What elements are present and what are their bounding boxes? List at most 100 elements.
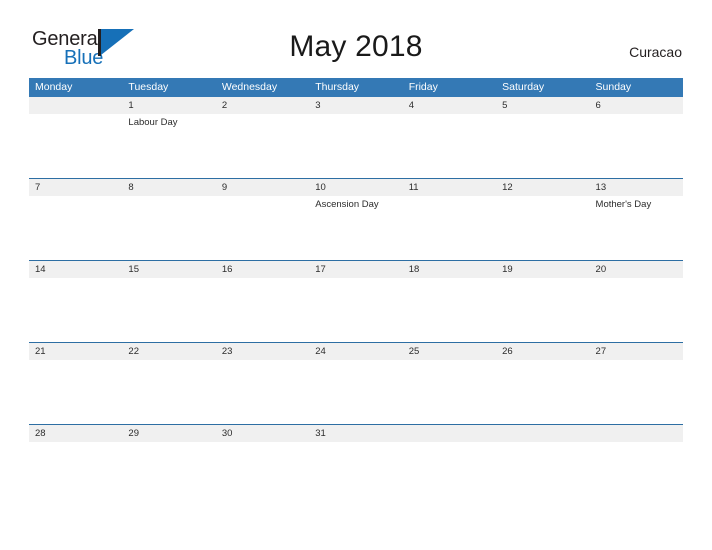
day-cell[interactable] <box>216 442 309 482</box>
week-date-band: 7 8 9 10 11 12 13 <box>29 179 683 196</box>
day-number[interactable]: 9 <box>216 179 309 196</box>
day-number[interactable]: 28 <box>29 425 122 442</box>
calendar-week-row: 1 2 3 4 5 6 Labour Day <box>29 97 683 178</box>
day-cell[interactable]: Ascension Day <box>309 196 402 260</box>
day-cell[interactable]: Labour Day <box>122 114 215 178</box>
page-title: May 2018 <box>289 30 423 63</box>
calendar-week-row: 7 8 9 10 11 12 13 Ascension Day Mother's Day <box>29 178 683 260</box>
day-number[interactable]: 6 <box>590 97 683 114</box>
day-cell[interactable] <box>590 442 683 482</box>
week-event-band: Ascension Day Mother's Day <box>29 196 683 260</box>
weekday-sunday: Sunday <box>595 81 632 93</box>
day-cell[interactable] <box>496 114 589 178</box>
day-cell[interactable] <box>29 114 122 178</box>
day-cell[interactable] <box>496 196 589 260</box>
day-number[interactable]: 12 <box>496 179 589 196</box>
locale-label: Curacao <box>629 44 682 60</box>
day-cell[interactable] <box>309 278 402 342</box>
week-date-band: 21 22 23 24 25 26 27 <box>29 343 683 360</box>
day-cell[interactable] <box>309 114 402 178</box>
day-number[interactable]: 25 <box>403 343 496 360</box>
page-header: General Blue May 2018 Curacao <box>0 0 712 78</box>
day-cell[interactable] <box>122 196 215 260</box>
weekday-tuesday: Tuesday <box>128 81 169 93</box>
day-number-empty <box>29 97 122 114</box>
calendar-week-row: 28 29 30 31 <box>29 424 683 482</box>
day-cell[interactable]: Mother's Day <box>590 196 683 260</box>
day-number[interactable]: 10 <box>309 179 402 196</box>
day-number[interactable]: 30 <box>216 425 309 442</box>
day-number[interactable]: 7 <box>29 179 122 196</box>
week-date-band: 123456 <box>29 97 683 114</box>
day-number[interactable]: 1 <box>122 97 215 114</box>
day-number[interactable]: 27 <box>590 343 683 360</box>
day-cell[interactable] <box>403 442 496 482</box>
day-cell[interactable] <box>403 196 496 260</box>
day-cell[interactable] <box>496 360 589 424</box>
day-number[interactable]: 26 <box>496 343 589 360</box>
day-number[interactable]: 15 <box>122 261 215 278</box>
weekday-header-row: Monday Tuesday Wednesday Thursday Friday… <box>29 78 683 97</box>
weekday-wednesday: Wednesday <box>221 81 278 93</box>
day-cell[interactable] <box>29 360 122 424</box>
day-number[interactable]: 3 <box>309 97 402 114</box>
calendar-page: General Blue May 2018 Curacao Monday Tue… <box>0 0 712 550</box>
day-cell[interactable] <box>309 442 402 482</box>
holiday-label: Mother's Day <box>595 199 652 210</box>
day-cell[interactable] <box>216 114 309 178</box>
day-cell[interactable] <box>403 278 496 342</box>
day-number[interactable]: 4 <box>403 97 496 114</box>
week-event-band <box>29 278 683 342</box>
day-number-empty <box>403 425 496 442</box>
day-cell[interactable] <box>590 114 683 178</box>
day-number[interactable]: 17 <box>309 261 402 278</box>
day-number[interactable]: 14 <box>29 261 122 278</box>
day-cell[interactable] <box>29 442 122 482</box>
day-cell[interactable] <box>216 196 309 260</box>
calendar-weeks: 1 2 3 4 5 6 Labour Day 7 8 9 10 11 12 13 Ascension Day… <box>29 97 683 482</box>
day-cell[interactable] <box>403 114 496 178</box>
day-cell[interactable] <box>29 196 122 260</box>
day-number[interactable]: 29 <box>122 425 215 442</box>
day-cell[interactable] <box>216 278 309 342</box>
calendar-week-row: 14 15 16 17 18 19 20 <box>29 260 683 342</box>
day-number[interactable]: 22 <box>122 343 215 360</box>
day-cell[interactable] <box>122 278 215 342</box>
day-number[interactable]: 2 <box>216 97 309 114</box>
day-cell[interactable] <box>496 442 589 482</box>
week-date-band: 14 15 16 17 18 19 20 <box>29 261 683 278</box>
holiday-label: Ascension Day <box>315 199 379 210</box>
day-number[interactable]: 16 <box>216 261 309 278</box>
day-cell[interactable] <box>590 278 683 342</box>
day-cell[interactable] <box>122 360 215 424</box>
calendar-grid: Monday Tuesday Wednesday Thursday Friday… <box>29 78 683 482</box>
day-cell[interactable] <box>403 360 496 424</box>
day-number[interactable]: 18 <box>403 261 496 278</box>
day-cell[interactable] <box>496 278 589 342</box>
weekday-monday: Monday <box>35 81 73 93</box>
day-number-empty <box>496 425 589 442</box>
day-cell[interactable] <box>216 360 309 424</box>
day-cell[interactable] <box>590 360 683 424</box>
day-number[interactable]: 31 <box>309 425 402 442</box>
day-cell[interactable] <box>29 278 122 342</box>
day-number-empty <box>590 425 683 442</box>
weekday-thursday: Thursday <box>315 81 360 93</box>
week-event-band <box>29 442 683 482</box>
calendar-week-row: 21 22 23 24 25 26 27 <box>29 342 683 424</box>
day-cell[interactable] <box>122 442 215 482</box>
day-number[interactable]: 23 <box>216 343 309 360</box>
day-number[interactable]: 21 <box>29 343 122 360</box>
day-number[interactable]: 20 <box>590 261 683 278</box>
holiday-label: Labour Day <box>128 117 178 128</box>
day-number[interactable]: 19 <box>496 261 589 278</box>
day-number[interactable]: 11 <box>403 179 496 196</box>
week-date-band: 28 29 30 31 <box>29 425 683 442</box>
day-cell[interactable] <box>309 360 402 424</box>
day-number[interactable]: 13 <box>590 179 683 196</box>
week-event-band: Labour Day <box>29 114 683 178</box>
day-number[interactable]: 5 <box>496 97 589 114</box>
weekday-friday: Friday <box>408 81 438 93</box>
day-number[interactable]: 8 <box>122 179 215 196</box>
day-number[interactable]: 24 <box>309 343 402 360</box>
